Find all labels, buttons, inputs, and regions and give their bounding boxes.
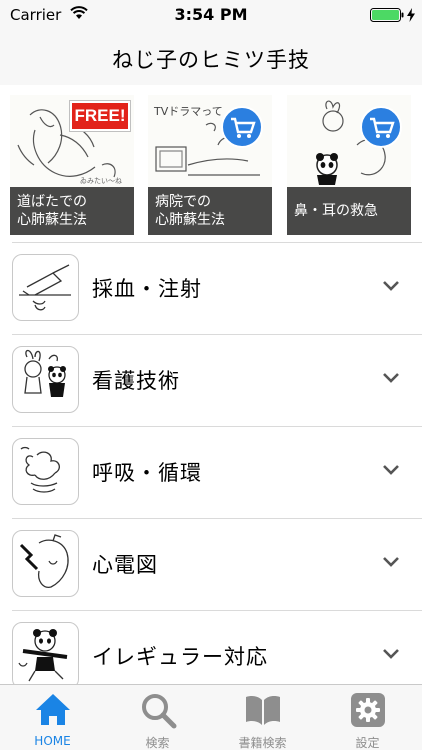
tab-label: HOME <box>34 734 71 748</box>
panda-running-drawing-icon <box>12 622 79 689</box>
home-icon <box>36 694 70 725</box>
search-icon <box>142 694 177 729</box>
banner-caption: 病院での 心肺蘇生法 <box>148 187 272 235</box>
category-row-blood-sampling[interactable]: 採血・注射 <box>0 242 422 334</box>
category-label: 呼吸・循環 <box>92 461 202 485</box>
lungs-drawing-icon <box>12 438 79 505</box>
tab-search[interactable]: 検索 <box>105 685 210 750</box>
heart-drawing-icon <box>12 530 79 597</box>
charging-bolt-icon <box>407 8 415 22</box>
category-row-respiration-circulation[interactable]: 呼吸・循環 <box>0 426 422 518</box>
status-time: 3:54 PM <box>174 5 248 24</box>
tab-label: 設定 <box>355 736 380 750</box>
category-label: 看護技術 <box>92 369 180 393</box>
tab-settings[interactable]: 設定 <box>315 685 420 750</box>
page-title: ねじ子のヒミツ手技 <box>112 48 310 72</box>
banner-caption-line1: 鼻・耳の救急 <box>294 203 378 219</box>
battery-icon <box>370 8 404 22</box>
banner-caption-line1: 病院での <box>155 194 211 210</box>
tab-home[interactable]: HOME <box>0 685 105 750</box>
banner-caption-line2: 心肺蘇生法 <box>17 212 87 228</box>
svg-text:TVドラマって: TVドラマって <box>153 105 223 118</box>
category-label: 心電図 <box>92 553 158 577</box>
banner-caption-line1: 道ばたでの <box>17 194 87 210</box>
banner-row: ゐみたい〜ね FREE! 道ばたでの 心肺蘇生法 TVドラマって 病院での 心肺… <box>0 85 422 240</box>
free-badge: FREE! <box>70 101 130 131</box>
chevron-down-icon <box>383 557 399 567</box>
tab-label: 検索 <box>145 736 170 750</box>
category-row-nursing-skills[interactable]: 看護技術 <box>0 334 422 426</box>
svg-text:ゐみたい〜ね: ゐみたい〜ね <box>80 177 122 185</box>
banner-caption: 鼻・耳の救急 <box>287 187 411 235</box>
navigation-bar: ねじ子のヒミツ手技 <box>0 30 422 85</box>
cart-icon <box>360 106 402 148</box>
category-label: イレギュラー対応 <box>92 645 268 669</box>
gear-icon <box>351 693 385 727</box>
banner-nose-ear-first-aid[interactable]: 鼻・耳の救急 <box>287 95 411 235</box>
category-row-ecg[interactable]: 心電図 <box>0 518 422 610</box>
book-icon <box>246 696 280 725</box>
banner-hospital-cpr[interactable]: TVドラマって 病院での 心肺蘇生法 <box>148 95 272 235</box>
banner-caption: 道ばたでの 心肺蘇生法 <box>10 187 134 235</box>
cart-icon <box>221 106 263 148</box>
banner-roadside-cpr[interactable]: ゐみたい〜ね FREE! 道ばたでの 心肺蘇生法 <box>10 95 134 235</box>
banner-caption-line2: 心肺蘇生法 <box>155 212 225 228</box>
tab-book-search[interactable]: 書籍検索 <box>210 685 315 750</box>
tab-label: 書籍検索 <box>238 736 287 750</box>
syringe-drawing-icon <box>12 254 79 321</box>
chevron-down-icon <box>383 373 399 383</box>
rabbit-panda-drawing-icon <box>12 346 79 413</box>
chevron-down-icon <box>383 281 399 291</box>
status-bar: Carrier 3:54 PM <box>0 0 422 30</box>
chevron-down-icon <box>383 465 399 475</box>
category-label: 採血・注射 <box>92 277 202 301</box>
chevron-down-icon <box>383 649 399 659</box>
tab-bar: HOME 検索 書籍検索 設定 <box>0 684 422 750</box>
